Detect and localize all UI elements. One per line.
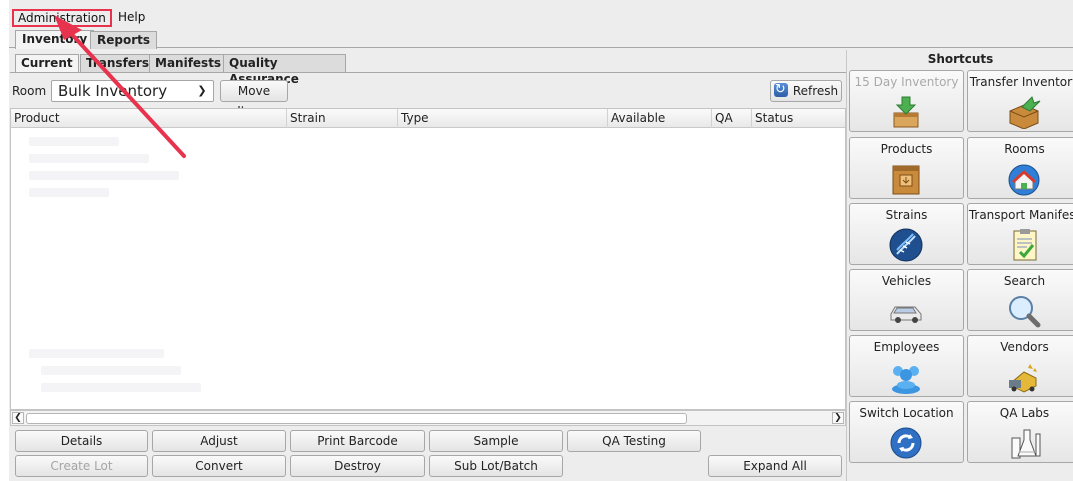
house-globe-icon — [1008, 164, 1040, 196]
shortcut-transfer-inventory[interactable]: Transfer Inventory — [967, 70, 1073, 132]
window-edge — [0, 0, 9, 481]
adjust-button[interactable]: Adjust — [152, 430, 286, 452]
column-header-status[interactable]: Status — [752, 109, 845, 128]
move-items-button[interactable]: Move Items — [220, 80, 288, 118]
shortcut-transport-manifest[interactable]: Transport Manifest — [967, 203, 1073, 265]
column-header-type[interactable]: Type — [398, 109, 608, 128]
shortcut-label: Transfer Inventory — [969, 75, 1073, 89]
tab-inventory[interactable]: Inventory — [15, 30, 95, 49]
shortcut-label: Vehicles — [881, 274, 932, 288]
tab-quality-assurance[interactable]: Quality Assurance — [223, 54, 346, 86]
refresh-label: Refresh — [792, 84, 839, 98]
sub-lot-batch-button[interactable]: Sub Lot/Batch — [429, 455, 563, 477]
refresh-icon — [773, 80, 788, 100]
inventory-box-arrow-icon — [893, 96, 919, 128]
inventory-table[interactable]: Product Strain Type Available QA Status — [10, 108, 846, 410]
column-header-strain[interactable]: Strain — [287, 109, 398, 128]
shortcut-label: Search — [1003, 274, 1046, 288]
refresh-button[interactable]: Refresh — [770, 80, 842, 102]
product-box-icon — [892, 165, 920, 195]
tab-transfers[interactable]: Transfers — [80, 54, 155, 72]
shortcut-vendors[interactable]: Vendors — [967, 335, 1073, 397]
shortcut-label: Products — [880, 142, 933, 156]
table-row[interactable] — [29, 188, 109, 197]
table-row[interactable] — [29, 154, 149, 163]
scrollbar-thumb[interactable] — [26, 413, 687, 424]
dna-icon — [889, 228, 923, 262]
shortcut-label: Strains — [885, 208, 928, 222]
shortcut-label: 15 Day Inventory — [854, 75, 959, 89]
shortcut-label: QA Labs — [999, 406, 1050, 420]
table-row[interactable] — [29, 137, 119, 146]
create-lot-button[interactable]: Create Lot — [15, 455, 148, 477]
top-tab-strip: Inventory Reports — [9, 28, 1073, 49]
shortcut-qa-labs[interactable]: QA Labs — [967, 401, 1073, 463]
room-select-value: Bulk Inventory — [58, 82, 168, 100]
scroll-left-icon[interactable]: ❮ — [12, 412, 24, 424]
app-window: Administration Help Inventory Reports Cu… — [0, 0, 1073, 481]
tab-manifests[interactable]: Manifests — [149, 54, 228, 72]
table-row[interactable] — [41, 383, 201, 392]
room-select[interactable]: Bulk Inventory ❯ — [51, 80, 214, 102]
shortcut-15-day-inventory[interactable]: 15 Day Inventory — [849, 70, 964, 132]
shortcut-rooms[interactable]: Rooms — [967, 137, 1073, 199]
car-icon — [890, 306, 922, 323]
shortcut-label: Employees — [873, 340, 940, 354]
horizontal-scrollbar[interactable]: ❮ ❯ — [10, 410, 846, 426]
sub-tab-strip: Current Transfers Manifests Quality Assu… — [10, 54, 346, 86]
inventory-toolbar: Room Bulk Inventory ❯ Move Items Refresh — [10, 78, 846, 118]
convert-button[interactable]: Convert — [152, 455, 286, 477]
lab-flask-icon — [1011, 429, 1041, 459]
expand-all-button[interactable]: Expand All — [708, 455, 842, 477]
column-header-qa[interactable]: QA — [712, 109, 752, 128]
column-header-available[interactable]: Available — [608, 109, 712, 128]
shortcut-switch-location[interactable]: Switch Location — [849, 401, 964, 463]
shortcut-employees[interactable]: Employees — [849, 335, 964, 397]
scroll-right-icon[interactable]: ❯ — [832, 412, 844, 424]
destroy-button[interactable]: Destroy — [290, 455, 425, 477]
transfer-box-icon — [1009, 96, 1041, 129]
table-row[interactable] — [29, 349, 164, 358]
inventory-panel: Current Transfers Manifests Quality Assu… — [10, 50, 846, 481]
magnifier-icon — [1009, 296, 1041, 328]
clipboard-check-icon — [1013, 229, 1037, 261]
table-row[interactable] — [41, 366, 181, 375]
shortcut-search[interactable]: Search — [967, 269, 1073, 331]
menu-administration[interactable]: Administration — [12, 9, 112, 27]
shortcuts-title: Shortcuts — [927, 52, 994, 66]
vendor-truck-icon — [1009, 364, 1037, 393]
shortcut-label: Vendors — [1000, 340, 1049, 354]
tab-current[interactable]: Current — [15, 54, 79, 72]
column-header-product[interactable]: Product — [11, 109, 287, 128]
details-button[interactable]: Details — [15, 430, 148, 452]
shortcut-label: Transport Manifest — [968, 208, 1073, 222]
shortcut-vehicles[interactable]: Vehicles — [849, 269, 964, 331]
qa-testing-button[interactable]: QA Testing — [567, 430, 701, 452]
menu-bar: Administration Help — [9, 8, 1073, 28]
switch-arrows-icon — [890, 427, 922, 459]
tab-reports[interactable]: Reports — [90, 31, 158, 49]
sample-button[interactable]: Sample — [429, 430, 563, 452]
print-barcode-button[interactable]: Print Barcode — [290, 430, 425, 452]
chevron-down-icon: ❯ — [197, 84, 207, 97]
shortcut-label: Rooms — [1004, 142, 1045, 156]
shortcut-products[interactable]: Products — [849, 137, 964, 199]
menu-help[interactable]: Help — [114, 9, 149, 27]
people-icon — [892, 366, 920, 394]
room-label: Room — [12, 84, 47, 98]
shortcuts-panel: Shortcuts 15 Day Inventory Transfer Inve… — [846, 50, 1073, 481]
shortcut-strains[interactable]: Strains — [849, 203, 964, 265]
table-header: Product Strain Type Available QA Status — [11, 109, 845, 128]
shortcut-label: Switch Location — [859, 406, 954, 420]
divider — [10, 72, 846, 73]
table-row[interactable] — [29, 171, 179, 180]
